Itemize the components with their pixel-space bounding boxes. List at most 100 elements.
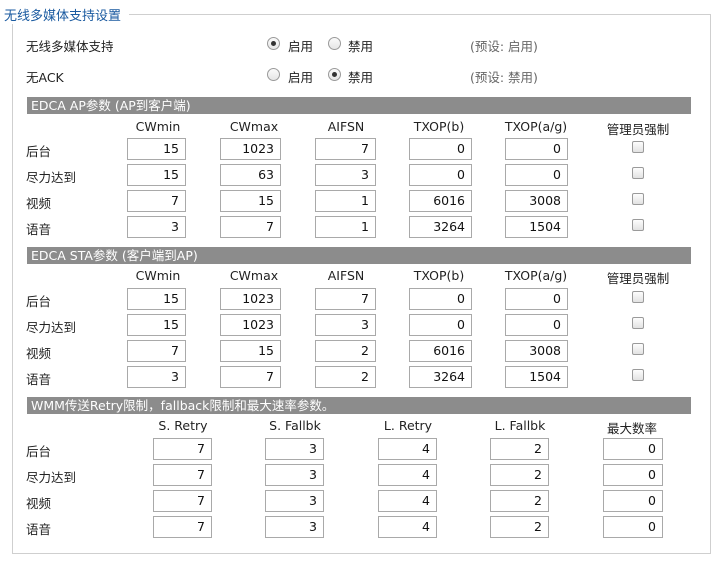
retry-vo-s-retry-input[interactable]: 7 bbox=[153, 516, 212, 538]
retry-be-s-retry-input[interactable]: 7 bbox=[153, 464, 212, 486]
sta-vo-cwmin-input[interactable]: 3 bbox=[127, 366, 186, 388]
wmm-retry-section-bar: WMM传送Retry限制，fallback限制和最大速率参数。 bbox=[27, 397, 691, 414]
wmm-disable-label[interactable]: 禁用 bbox=[348, 36, 373, 55]
ap-header-cwmax: CWmax bbox=[229, 119, 279, 134]
retry-vi-s-fallbk-input[interactable]: 3 bbox=[265, 490, 324, 512]
sta-be-aifsn-input[interactable]: 3 bbox=[315, 314, 376, 336]
noack-label: 无ACK bbox=[26, 70, 64, 85]
retry-vi-l-fallbk-input[interactable]: 2 bbox=[490, 490, 549, 512]
sta-vi-txopag-input[interactable]: 3008 bbox=[505, 340, 568, 362]
ap-be-aifsn-input[interactable]: 3 bbox=[315, 164, 376, 186]
sta-header-txop-b: TXOP(b) bbox=[413, 268, 465, 283]
retry-row-label: 视频 bbox=[26, 496, 52, 511]
sta-be-cwmin-input[interactable]: 15 bbox=[127, 314, 186, 336]
retry-vi-max-rate-input[interactable]: 0 bbox=[603, 490, 663, 512]
ap-header-txop-ag: TXOP(a/g) bbox=[504, 119, 568, 134]
sta-header-cwmax: CWmax bbox=[229, 268, 279, 283]
sta-header-admin-force: 管理员强制 bbox=[606, 271, 670, 286]
ap-row-label: 语音 bbox=[26, 222, 52, 237]
ap-vo-aifsn-input[interactable]: 1 bbox=[315, 216, 376, 238]
ap-bk-cwmax-input[interactable]: 1023 bbox=[220, 138, 281, 160]
retry-bk-max-rate-input[interactable]: 0 bbox=[603, 438, 663, 460]
sta-bk-txopag-input[interactable]: 0 bbox=[505, 288, 568, 310]
ap-row-label: 尽力达到 bbox=[26, 170, 77, 185]
retry-be-l-retry-input[interactable]: 4 bbox=[378, 464, 437, 486]
sta-vo-aifsn-input[interactable]: 2 bbox=[315, 366, 376, 388]
retry-vi-l-retry-input[interactable]: 4 bbox=[378, 490, 437, 512]
ap-vo-cwmin-input[interactable]: 3 bbox=[127, 216, 186, 238]
retry-vo-max-rate-input[interactable]: 0 bbox=[603, 516, 663, 538]
ap-vi-txopb-input[interactable]: 6016 bbox=[409, 190, 472, 212]
ap-vo-admin-checkbox[interactable] bbox=[632, 219, 644, 231]
sta-vi-cwmin-input[interactable]: 7 bbox=[127, 340, 186, 362]
sta-be-cwmax-input[interactable]: 1023 bbox=[220, 314, 281, 336]
sta-bk-cwmax-input[interactable]: 1023 bbox=[220, 288, 281, 310]
panel-title: 无线多媒体支持设置 bbox=[0, 5, 130, 24]
sta-vo-admin-checkbox[interactable] bbox=[632, 369, 644, 381]
noack-enable-radio[interactable] bbox=[267, 68, 280, 81]
ap-vi-admin-checkbox[interactable] bbox=[632, 193, 644, 205]
wmm-disable-radio[interactable] bbox=[328, 37, 341, 50]
ap-bk-txopb-input[interactable]: 0 bbox=[409, 138, 472, 160]
retry-row-label: 语音 bbox=[26, 522, 52, 537]
ap-vi-aifsn-input[interactable]: 1 bbox=[315, 190, 376, 212]
retry-vo-s-fallbk-input[interactable]: 3 bbox=[265, 516, 324, 538]
ap-bk-admin-checkbox[interactable] bbox=[632, 141, 644, 153]
sta-vo-cwmax-input[interactable]: 7 bbox=[220, 366, 281, 388]
ap-bk-txopag-input[interactable]: 0 bbox=[505, 138, 568, 160]
retry-bk-l-fallbk-input[interactable]: 2 bbox=[490, 438, 549, 460]
retry-header-s-retry: S. Retry bbox=[158, 418, 208, 433]
ap-vo-txopb-input[interactable]: 3264 bbox=[409, 216, 472, 238]
sta-be-txopag-input[interactable]: 0 bbox=[505, 314, 568, 336]
ap-header-admin-force: 管理员强制 bbox=[606, 122, 670, 137]
retry-be-s-fallbk-input[interactable]: 3 bbox=[265, 464, 324, 486]
ap-vo-cwmax-input[interactable]: 7 bbox=[220, 216, 281, 238]
retry-vo-l-fallbk-input[interactable]: 2 bbox=[490, 516, 549, 538]
retry-be-l-fallbk-input[interactable]: 2 bbox=[490, 464, 549, 486]
sta-bk-admin-checkbox[interactable] bbox=[632, 291, 644, 303]
noack-enable-label[interactable]: 启用 bbox=[288, 67, 313, 86]
retry-bk-s-retry-input[interactable]: 7 bbox=[153, 438, 212, 460]
sta-row-label: 视频 bbox=[26, 346, 52, 361]
sta-bk-aifsn-input[interactable]: 7 bbox=[315, 288, 376, 310]
retry-row-label: 尽力达到 bbox=[26, 470, 77, 485]
sta-vi-admin-checkbox[interactable] bbox=[632, 343, 644, 355]
sta-row-label: 后台 bbox=[26, 294, 52, 309]
ap-be-txopag-input[interactable]: 0 bbox=[505, 164, 568, 186]
sta-header-aifsn: AIFSN bbox=[327, 268, 365, 283]
sta-vi-cwmax-input[interactable]: 15 bbox=[220, 340, 281, 362]
wmm-enable-label[interactable]: 启用 bbox=[288, 36, 313, 55]
retry-vo-l-retry-input[interactable]: 4 bbox=[378, 516, 437, 538]
sta-vo-txopb-input[interactable]: 3264 bbox=[409, 366, 472, 388]
sta-bk-txopb-input[interactable]: 0 bbox=[409, 288, 472, 310]
ap-bk-cwmin-input[interactable]: 15 bbox=[127, 138, 186, 160]
sta-vo-txopag-input[interactable]: 1504 bbox=[505, 366, 568, 388]
ap-vi-txopag-input[interactable]: 3008 bbox=[505, 190, 568, 212]
retry-be-max-rate-input[interactable]: 0 bbox=[603, 464, 663, 486]
retry-bk-l-retry-input[interactable]: 4 bbox=[378, 438, 437, 460]
ap-be-txopb-input[interactable]: 0 bbox=[409, 164, 472, 186]
noack-disable-label[interactable]: 禁用 bbox=[348, 67, 373, 86]
ap-be-cwmin-input[interactable]: 15 bbox=[127, 164, 186, 186]
retry-header-s-fallbk: S. Fallbk bbox=[269, 418, 321, 433]
sta-header-cwmin: CWmin bbox=[135, 268, 181, 283]
ap-vi-cwmin-input[interactable]: 7 bbox=[127, 190, 186, 212]
sta-be-admin-checkbox[interactable] bbox=[632, 317, 644, 329]
ap-row-label: 后台 bbox=[26, 144, 52, 159]
ap-be-admin-checkbox[interactable] bbox=[632, 167, 644, 179]
wmm-default-note: (预设: 启用) bbox=[470, 39, 538, 54]
sta-bk-cwmin-input[interactable]: 15 bbox=[127, 288, 186, 310]
sta-vi-txopb-input[interactable]: 6016 bbox=[409, 340, 472, 362]
ap-be-cwmax-input[interactable]: 63 bbox=[220, 164, 281, 186]
ap-bk-aifsn-input[interactable]: 7 bbox=[315, 138, 376, 160]
retry-vi-s-retry-input[interactable]: 7 bbox=[153, 490, 212, 512]
ap-header-txop-b: TXOP(b) bbox=[413, 119, 465, 134]
retry-bk-s-fallbk-input[interactable]: 3 bbox=[265, 438, 324, 460]
wmm-support-label: 无线多媒体支持 bbox=[26, 39, 114, 54]
sta-vi-aifsn-input[interactable]: 2 bbox=[315, 340, 376, 362]
ap-vo-txopag-input[interactable]: 1504 bbox=[505, 216, 568, 238]
ap-vi-cwmax-input[interactable]: 15 bbox=[220, 190, 281, 212]
sta-be-txopb-input[interactable]: 0 bbox=[409, 314, 472, 336]
wmm-enable-radio[interactable] bbox=[267, 37, 280, 50]
noack-disable-radio[interactable] bbox=[328, 68, 341, 81]
